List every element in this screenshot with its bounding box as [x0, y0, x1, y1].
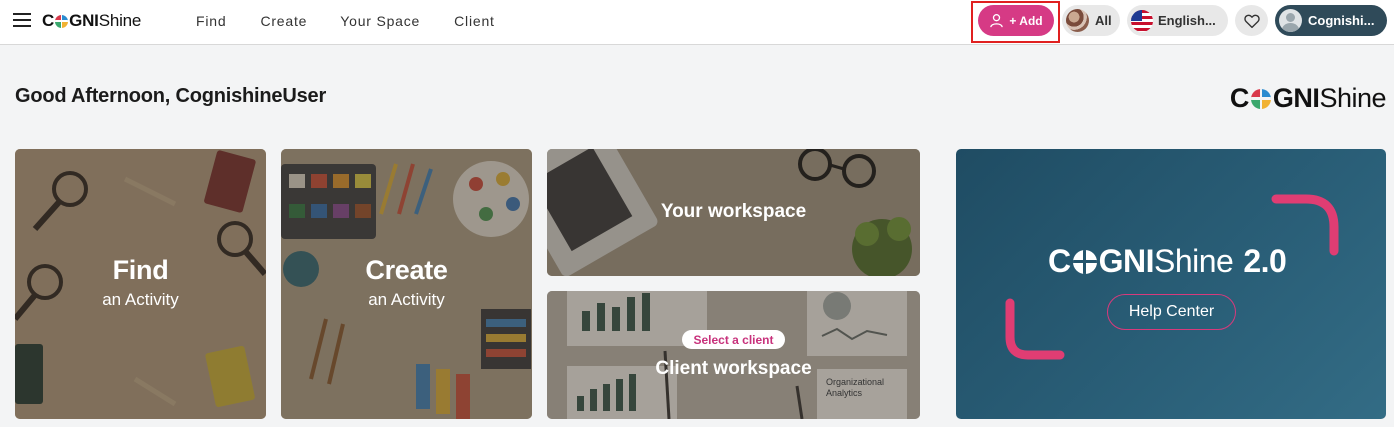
help-logo-gni: GNI — [1098, 243, 1155, 279]
user-label: Cognishi... — [1308, 13, 1375, 28]
brand-o-icon — [1250, 88, 1271, 109]
brand-c: C — [1229, 83, 1250, 113]
create-activity-card[interactable]: Create an Activity — [281, 149, 532, 419]
help-center-banner: C GNI Shine 2.0 Help Center — [956, 149, 1386, 419]
photo-caption: Organizational Analytics — [826, 377, 885, 398]
find-card-title: Find — [112, 255, 169, 285]
avatar — [1279, 9, 1302, 32]
nav-create[interactable]: Create — [260, 13, 307, 29]
help-logo-shine: Shine — [1154, 243, 1234, 279]
filter-label: All — [1095, 13, 1112, 28]
heart-icon — [1243, 14, 1260, 28]
person-icon — [990, 14, 1004, 28]
menu-icon[interactable] — [13, 13, 31, 27]
header-logo[interactable]: C GNI Shine — [42, 11, 141, 31]
logo-o-icon — [55, 14, 69, 28]
nav-your-space[interactable]: Your Space — [340, 13, 420, 29]
help-logo-o-icon — [1072, 249, 1097, 274]
brand-logo: C GNI Shine — [1229, 83, 1387, 114]
language-label: English... — [1158, 13, 1216, 28]
top-bar: C GNI Shine Find Create Your Space Clien… — [0, 0, 1394, 45]
us-flag-icon — [1131, 9, 1153, 32]
language-selector[interactable]: English... — [1127, 5, 1228, 36]
select-client-badge[interactable]: Select a client — [682, 330, 785, 349]
client-workspace-card[interactable]: Organizational Analytics Select a client… — [547, 291, 920, 419]
help-logo: C GNI Shine 2.0 — [1048, 243, 1287, 280]
find-card-subtitle: an Activity — [102, 290, 179, 309]
client-card-title: Client workspace — [655, 358, 812, 379]
help-logo-c: C — [1048, 243, 1071, 279]
nav-find[interactable]: Find — [196, 13, 226, 29]
help-version: 2.0 — [1243, 243, 1287, 279]
group-avatar-icon — [1066, 9, 1089, 32]
logo-c: C — [42, 11, 55, 30]
workspace-card-title: Your workspace — [660, 201, 807, 222]
nav-client[interactable]: Client — [454, 13, 495, 29]
favorites-button[interactable] — [1235, 5, 1268, 36]
find-card-text: Find an Activity — [15, 255, 266, 310]
card-overlay — [547, 291, 920, 419]
corner-brackets — [1005, 194, 1339, 360]
brand-shine: Shine — [1319, 83, 1386, 113]
user-menu-button[interactable]: Cognishi... — [1275, 5, 1387, 36]
add-client-button[interactable]: + Add — [978, 5, 1054, 36]
create-card-title: Create — [365, 255, 448, 285]
logo-gni: GNI — [69, 11, 99, 30]
main-nav: Find Create Your Space Client — [196, 13, 495, 29]
your-workspace-card[interactable]: Your workspace — [547, 149, 920, 276]
brand-gni: GNI — [1272, 83, 1320, 113]
create-card-text: Create an Activity — [281, 255, 532, 310]
add-label: + Add — [1009, 13, 1043, 28]
filter-all-button[interactable]: All — [1062, 5, 1120, 36]
greeting-title: Good Afternoon, CognishineUser — [15, 85, 327, 107]
find-activity-card[interactable]: Find an Activity — [15, 149, 266, 419]
logo-shine: Shine — [98, 11, 142, 30]
help-center-button[interactable]: Help Center — [1107, 294, 1236, 330]
create-card-subtitle: an Activity — [368, 290, 445, 309]
